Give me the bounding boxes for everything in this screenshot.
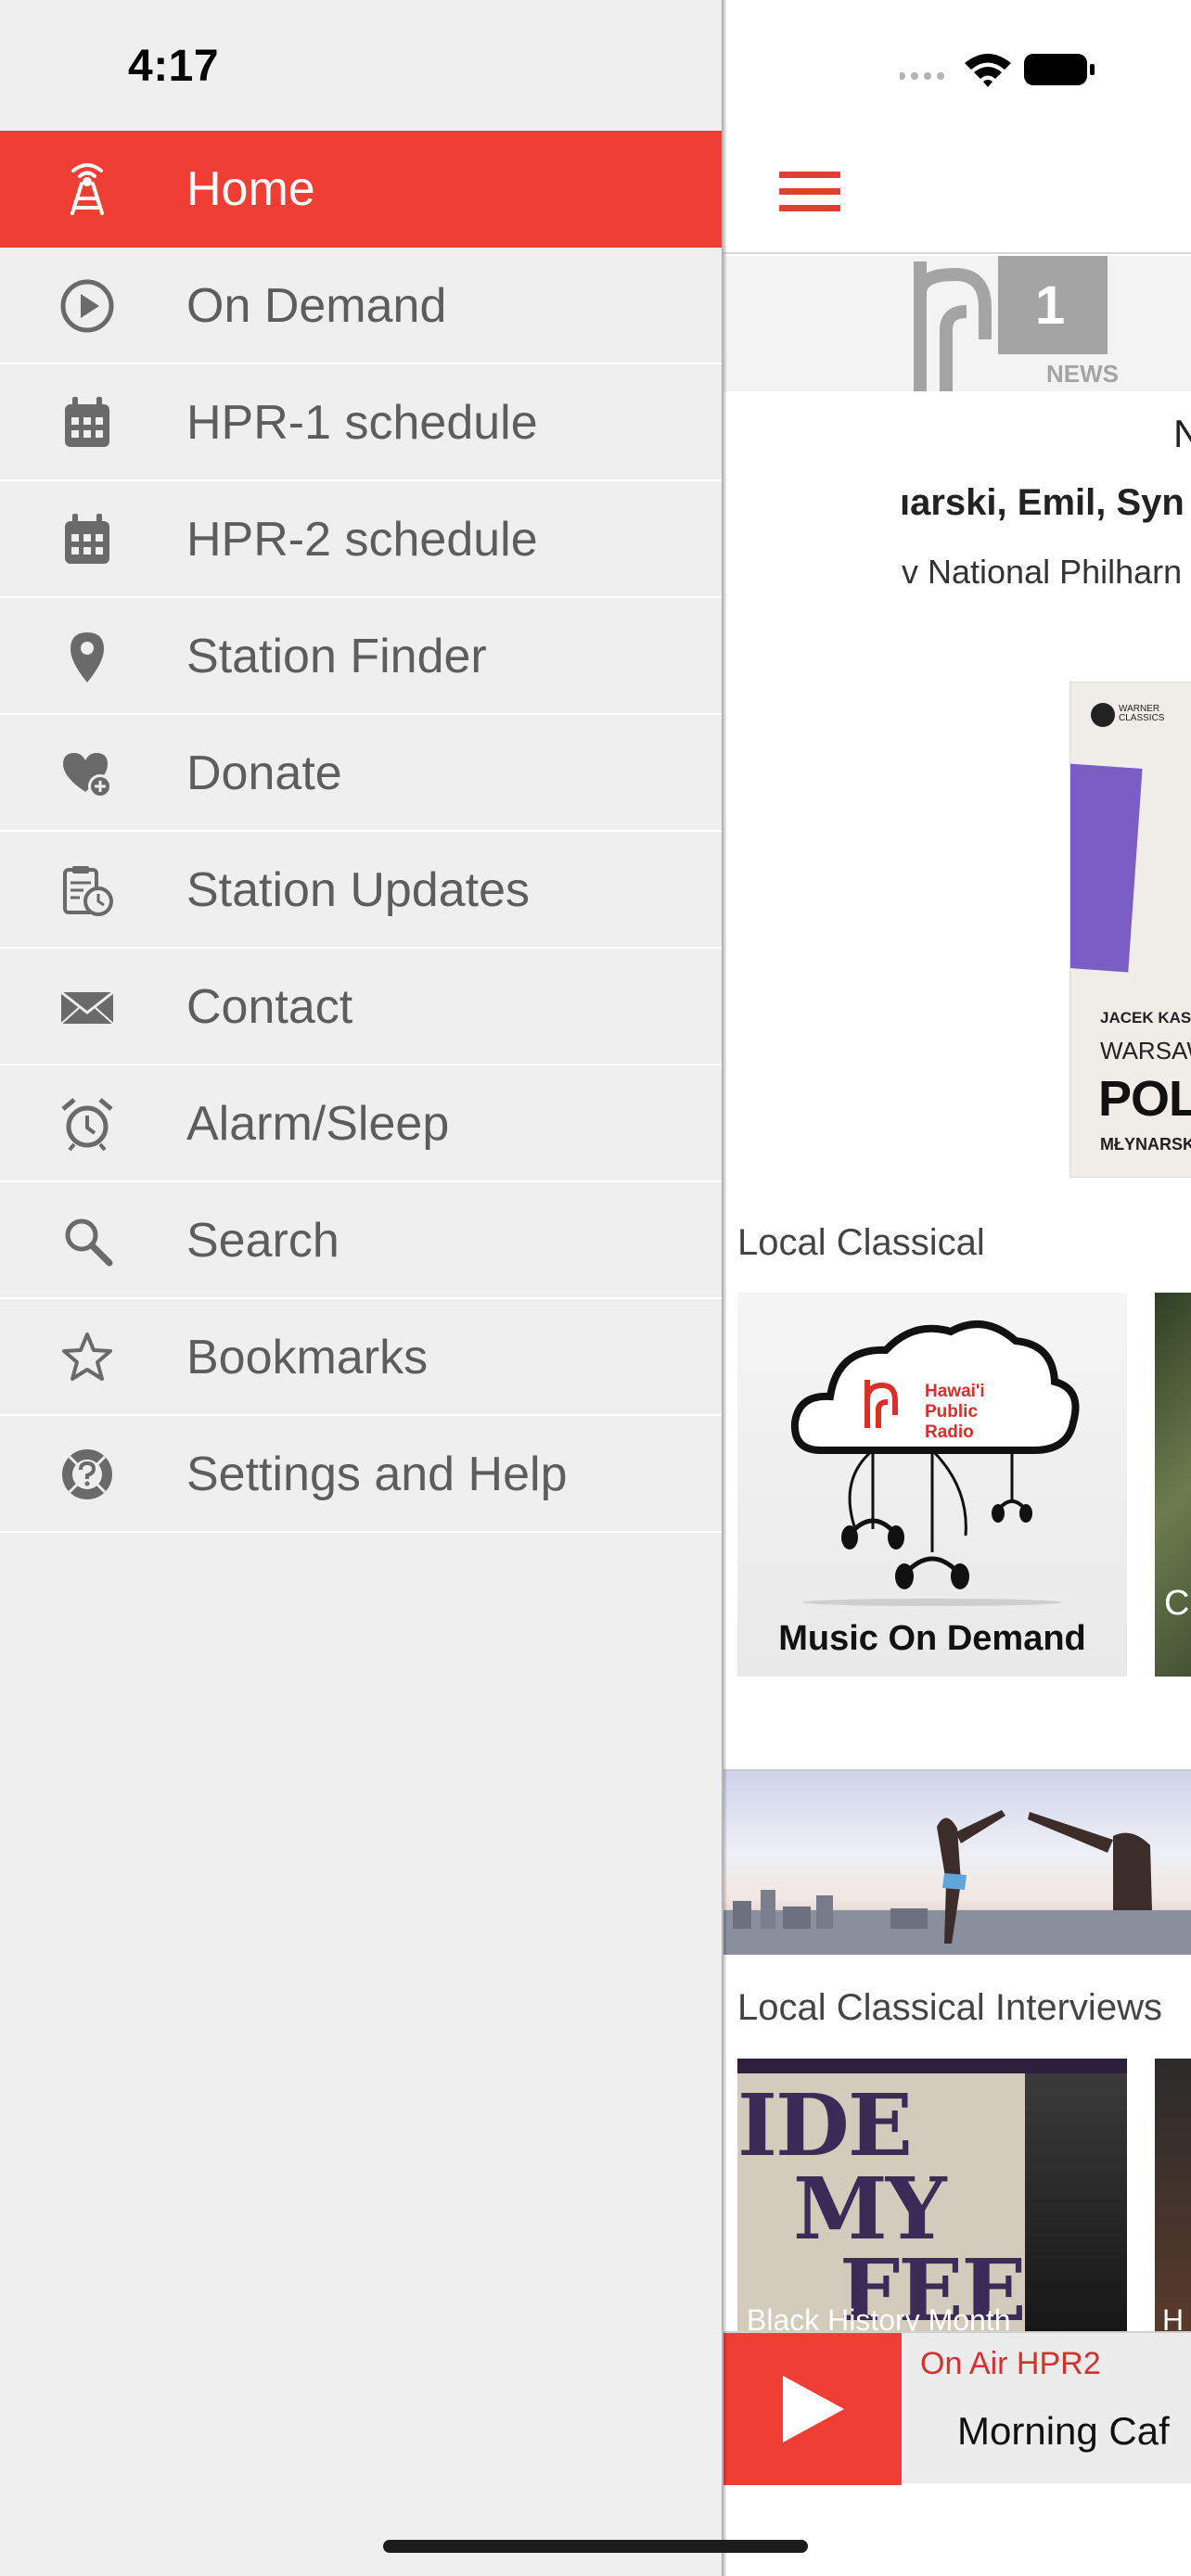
menu-item-settings-help[interactable]: Settings and Help xyxy=(0,1416,722,1533)
menu-item-bookmarks[interactable]: Bookmarks xyxy=(0,1299,722,1416)
tile-caption: Music On Demand xyxy=(778,1619,1086,1658)
navigation-drawer: 4:17 Home On Demand HPR-1 schedule HPR-2… xyxy=(0,0,722,2576)
hamburger-menu-icon[interactable] xyxy=(779,172,840,216)
album-line-2: WARSAW P xyxy=(1100,1037,1191,1065)
menu-item-donate[interactable]: Donate xyxy=(0,715,722,832)
menu-item-station-updates[interactable]: Station Updates xyxy=(0,832,722,949)
drawer-menu: Home On Demand HPR-1 schedule HPR-2 sche… xyxy=(0,131,722,1533)
program-title[interactable]: Morning Caf xyxy=(957,2409,1170,2454)
section-title-local-classical: Local Classical xyxy=(737,1222,985,1263)
menu-item-on-demand[interactable]: On Demand xyxy=(0,248,722,364)
home-indicator[interactable] xyxy=(383,2540,808,2553)
warner-logo xyxy=(1091,703,1115,727)
main-screen: 1 NEWS N ıarski, Emil, Syn v National Ph… xyxy=(724,0,1191,2576)
play-button[interactable] xyxy=(724,2333,902,2485)
mini-player: On Air HPR2 Morning Caf xyxy=(724,2331,1191,2485)
album-label-brand: WARNER CLASSICS xyxy=(1119,704,1165,723)
section-title-local-classical-interviews: Local Classical Interviews xyxy=(737,1987,1162,2028)
brand-text: Hawai'i Public Radio xyxy=(925,1382,985,1442)
album-art: WARNER CLASSICS JACEK KASPS WARSAW P POL… xyxy=(1069,682,1191,1178)
station-logo-band: 1 NEWS xyxy=(724,256,1191,391)
menu-item-label: Search xyxy=(186,1214,339,1268)
menu-item-station-finder[interactable]: Station Finder xyxy=(0,598,722,715)
menu-item-home[interactable]: Home xyxy=(0,131,722,248)
radio-tower-icon xyxy=(59,161,115,217)
help-circle-icon xyxy=(59,1447,115,1502)
promo-banner[interactable] xyxy=(724,1769,1191,1955)
status-icons xyxy=(898,46,1178,93)
menu-item-label: HPR-2 schedule xyxy=(186,513,538,567)
menu-item-hpr2-schedule[interactable]: HPR-2 schedule xyxy=(0,481,722,598)
menu-item-hpr1-schedule[interactable]: HPR-1 schedule xyxy=(0,364,722,481)
map-pin-icon xyxy=(59,629,115,684)
menu-item-alarm-sleep[interactable]: Alarm/Sleep xyxy=(0,1065,722,1182)
menu-item-search[interactable]: Search xyxy=(0,1182,722,1299)
menu-item-label: Alarm/Sleep xyxy=(186,1097,450,1151)
menu-item-label: Settings and Help xyxy=(186,1447,568,1501)
play-icon xyxy=(783,2376,844,2442)
menu-item-label: Donate xyxy=(186,746,342,800)
envelope-icon xyxy=(59,979,115,1035)
calendar-icon xyxy=(59,512,115,567)
app-header xyxy=(724,130,1191,254)
logo-number: 1 xyxy=(1035,275,1066,336)
menu-item-label: Bookmarks xyxy=(186,1331,429,1384)
cloud-headphones-icon xyxy=(790,1320,1080,1606)
now-playing-artist: ıarski, Emil, Syn xyxy=(900,482,1185,523)
drawer-shadow xyxy=(722,0,727,2576)
menu-item-label: Home xyxy=(186,162,315,216)
clipboard-clock-icon xyxy=(59,862,115,918)
classical-tile-2[interactable]: C xyxy=(1155,1293,1191,1677)
menu-item-label: Contact xyxy=(186,980,353,1034)
alarm-clock-icon xyxy=(59,1096,115,1152)
status-bar: 4:17 xyxy=(0,0,722,130)
now-playing-title: N xyxy=(1173,412,1191,455)
interview-tile-2[interactable]: H xyxy=(1155,2059,1191,2337)
menu-item-label: On Demand xyxy=(186,279,447,333)
signal-wifi-battery-icon xyxy=(898,54,1095,87)
interview-tile-black-history[interactable]: IDE MY FEET Black History Month xyxy=(737,2059,1127,2337)
star-icon xyxy=(59,1330,115,1385)
menu-item-contact[interactable]: Contact xyxy=(0,949,722,1065)
logo-subtitle: NEWS xyxy=(1046,360,1119,388)
album-line-4: MŁYNARSKI · xyxy=(1100,1135,1191,1154)
hpr1-news-logo xyxy=(914,256,1108,391)
status-time: 4:17 xyxy=(128,42,220,91)
app-screen: 1 NEWS N ıarski, Emil, Syn v National Ph… xyxy=(0,0,1191,2576)
album-line-1: JACEK KASPS xyxy=(1100,1009,1191,1027)
play-circle-icon xyxy=(59,278,115,334)
menu-item-label: Station Updates xyxy=(186,863,531,917)
on-air-label: On Air HPR2 xyxy=(920,2346,1101,2381)
calendar-icon xyxy=(59,395,115,451)
now-playing-ensemble: v National Philharn xyxy=(902,553,1183,591)
tile-caption: C xyxy=(1164,1584,1190,1623)
beach-photo xyxy=(724,1810,1191,1955)
search-icon xyxy=(59,1213,115,1269)
menu-item-label: Station Finder xyxy=(186,630,487,683)
menu-item-label: HPR-1 schedule xyxy=(186,396,538,450)
heart-plus-icon xyxy=(59,746,115,801)
album-line-3: POLIS xyxy=(1098,1071,1191,1127)
music-on-demand-tile[interactable]: Hawai'i Public Radio Music On Demand xyxy=(737,1293,1127,1677)
